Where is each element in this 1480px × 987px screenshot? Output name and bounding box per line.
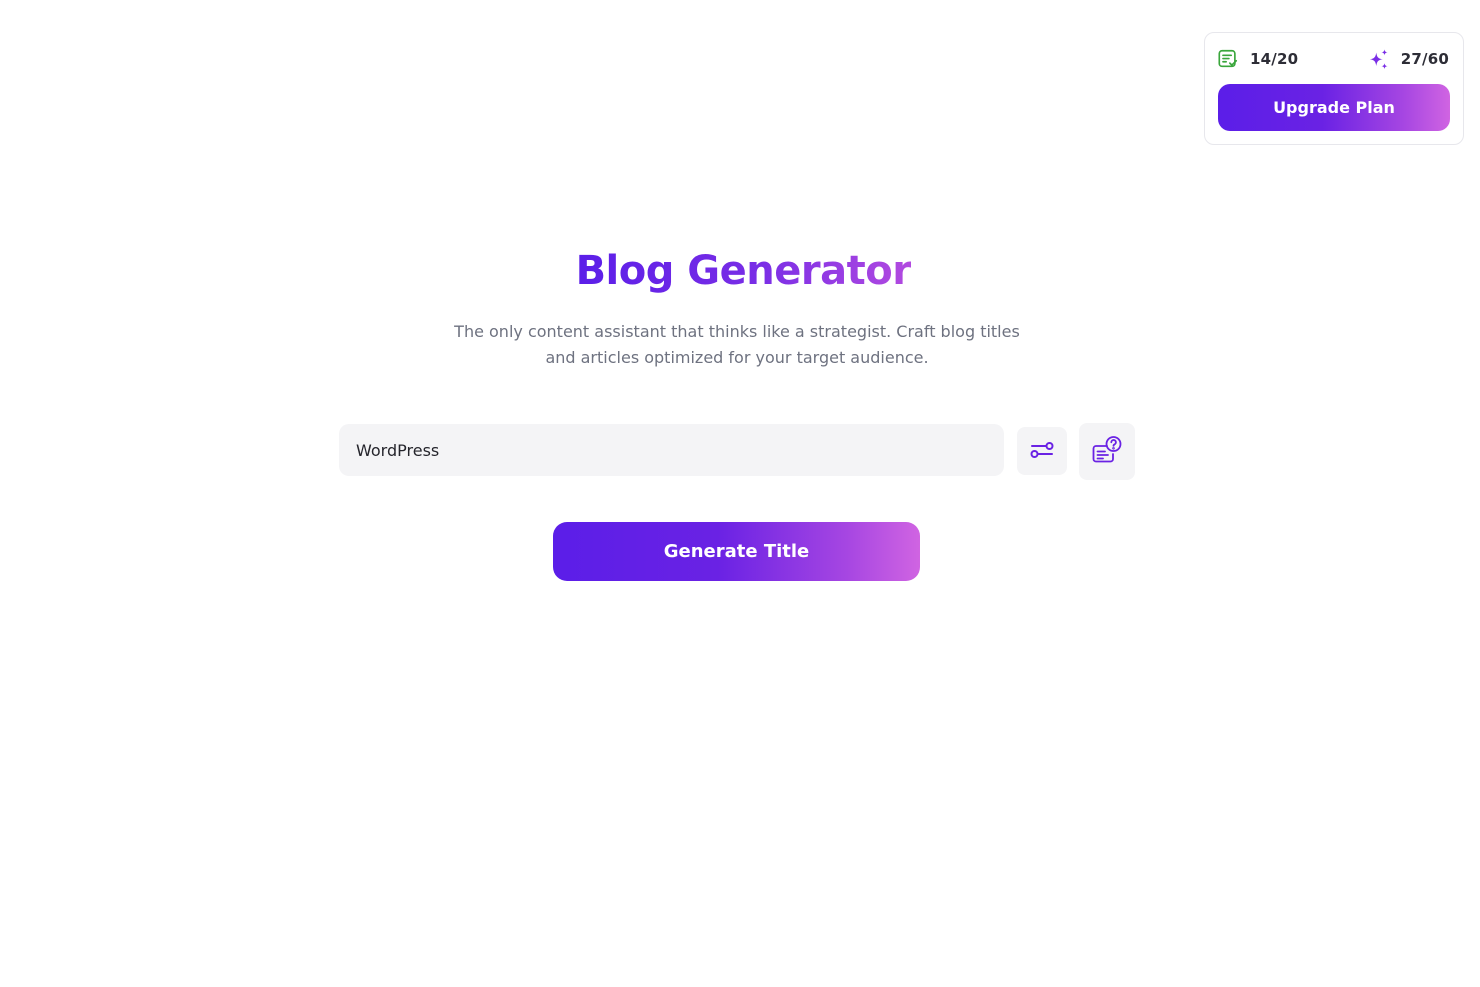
document-question-icon [1091,434,1123,469]
document-check-icon [1217,48,1239,70]
page-subtitle: The only content assistant that thinks l… [454,322,1020,367]
titles-usage: 14/20 [1217,47,1298,71]
page-title-text: Blog Generator [575,248,912,294]
keyword-input[interactable] [339,424,1004,476]
titles-usage-count: 14/20 [1250,50,1299,68]
sliders-icon [1029,437,1055,466]
usage-row: 14/20 27/60 [1217,47,1449,71]
credits-usage-count: 27/60 [1400,50,1449,68]
settings-button[interactable] [1017,427,1067,475]
usage-card: 14/20 27/60 Upgrade Plan [1204,32,1464,145]
help-button[interactable] [1079,423,1135,480]
upgrade-plan-button[interactable]: Upgrade Plan [1218,84,1450,131]
page-title: Blog Generator [0,248,1480,294]
credits-usage: 27/60 [1368,47,1449,71]
sparkles-icon [1368,48,1390,70]
generate-title-button[interactable]: Generate Title [553,522,920,581]
